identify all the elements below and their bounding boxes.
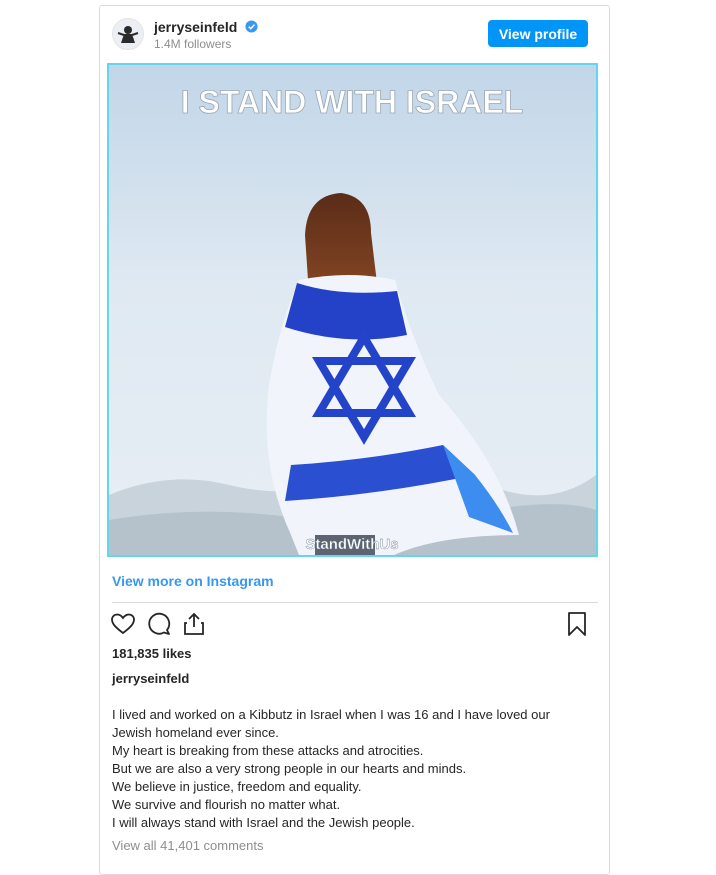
- divider: [112, 602, 598, 603]
- view-comments-link[interactable]: View all 41,401 comments: [112, 838, 264, 853]
- photo-watermark: StandWithUs: [305, 536, 398, 553]
- comment-icon[interactable]: [145, 610, 173, 638]
- share-icon[interactable]: [180, 610, 208, 638]
- view-profile-button[interactable]: View profile: [488, 20, 588, 47]
- caption-line: We survive and flourish no matter what.: [112, 797, 341, 812]
- instagram-embed-card: jerryseinfeld 1.4M followers View profil…: [99, 5, 610, 875]
- caption-line: Jewish homeland ever since.: [112, 725, 279, 740]
- caption-text: I lived and worked on a Kibbutz in Israe…: [112, 706, 592, 832]
- caption-line: I will always stand with Israel and the …: [112, 815, 415, 830]
- caption-username[interactable]: jerryseinfeld: [112, 671, 189, 686]
- action-bar: [100, 610, 609, 642]
- caption-line: My heart is breaking from these attacks …: [112, 743, 424, 758]
- photo-headline: I STAND WITH ISRAEL: [181, 84, 524, 120]
- avatar[interactable]: [112, 18, 144, 50]
- followers-count: 1.4M followers: [154, 37, 232, 51]
- verified-badge-icon: [245, 20, 258, 33]
- caption-line: We believe in justice, freedom and equal…: [112, 779, 362, 794]
- post-photo[interactable]: I STAND WITH ISRAEL StandWithUs: [107, 63, 598, 557]
- username[interactable]: jerryseinfeld: [154, 19, 258, 35]
- post-header: jerryseinfeld 1.4M followers View profil…: [100, 6, 609, 63]
- heart-icon[interactable]: [109, 610, 137, 638]
- caption-line: But we are also a very strong people in …: [112, 761, 467, 776]
- bookmark-icon[interactable]: [563, 610, 591, 638]
- view-more-link[interactable]: View more on Instagram: [112, 573, 274, 589]
- likes-count[interactable]: 181,835 likes: [112, 646, 192, 661]
- caption-line: I lived and worked on a Kibbutz in Israe…: [112, 707, 550, 722]
- username-text[interactable]: jerryseinfeld: [154, 19, 237, 35]
